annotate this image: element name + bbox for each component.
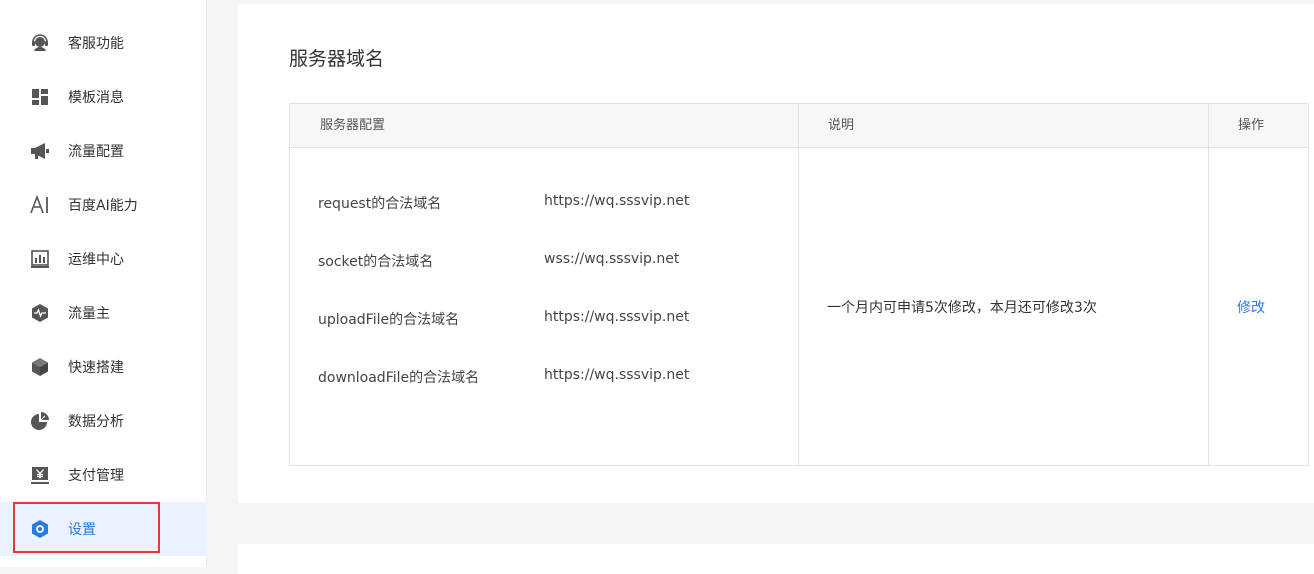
sidebar-item-label: 设置 <box>68 522 96 538</box>
domain-label-request: request的合法域名 <box>318 196 442 212</box>
sidebar-item-label: 模板消息 <box>68 90 124 106</box>
sidebar-item-ops-center[interactable]: 运维中心 <box>0 232 207 286</box>
sidebar-item-label: 流量配置 <box>68 144 124 160</box>
sidebar-item-traffic-config[interactable]: 流量配置 <box>0 124 207 178</box>
header-action: 操作 <box>1238 118 1265 133</box>
sidebar-item-quick-build[interactable]: 快速搭建 <box>0 340 207 394</box>
cube-icon <box>30 357 50 377</box>
server-domain-card: 服务器域名 服务器配置 说明 操作 request的合法域名 https://w… <box>238 4 1314 503</box>
domain-label-socket: socket的合法域名 <box>318 254 434 270</box>
modify-limit-description: 一个月内可申请5次修改，本月还可修改3次 <box>827 300 1097 316</box>
sidebar-item-template-message[interactable]: 模板消息 <box>0 70 207 124</box>
template-grid-icon <box>30 87 50 107</box>
header-description: 说明 <box>828 118 855 133</box>
domain-value-socket: wss://wq.sssvip.net <box>544 251 680 267</box>
sidebar-item-data-analysis[interactable]: 数据分析 <box>0 394 207 448</box>
next-card <box>238 544 1314 574</box>
pulse-hexagon-icon <box>30 303 50 323</box>
column-divider <box>1208 104 1209 465</box>
sidebar-item-label: 快速搭建 <box>68 360 124 376</box>
sidebar-item-label: 支付管理 <box>68 468 124 484</box>
sidebar-item-label: 运维中心 <box>68 252 124 268</box>
domain-label-uploadfile: uploadFile的合法域名 <box>318 312 460 328</box>
sidebar-item-label: 百度AI能力 <box>68 198 138 214</box>
domain-value-downloadfile: https://wq.sssvip.net <box>544 367 690 383</box>
sidebar-item-customer-service[interactable]: 客服功能 <box>0 16 207 70</box>
domain-table: 服务器配置 说明 操作 request的合法域名 https://wq.sssv… <box>289 103 1309 466</box>
sidebar-item-label: 流量主 <box>68 306 110 322</box>
sidebar-item-settings[interactable]: 设置 <box>0 502 207 556</box>
sidebar: 客服功能 模板消息 流量配置 百度AI能力 运维中心 流量主 快速搭建 数据分析… <box>0 0 207 567</box>
yen-icon <box>30 465 50 485</box>
domain-value-uploadfile: https://wq.sssvip.net <box>544 309 690 325</box>
sidebar-item-traffic-owner[interactable]: 流量主 <box>0 286 207 340</box>
table-header: 服务器配置 说明 操作 <box>290 104 1308 148</box>
sidebar-item-payment[interactable]: 支付管理 <box>0 448 207 502</box>
sidebar-item-label: 客服功能 <box>68 36 124 52</box>
bar-chart-icon <box>30 249 50 269</box>
megaphone-icon <box>30 141 50 161</box>
sidebar-item-baidu-ai[interactable]: 百度AI能力 <box>0 178 207 232</box>
column-divider <box>798 104 799 465</box>
ai-icon <box>30 195 50 215</box>
domain-label-downloadfile: downloadFile的合法域名 <box>318 370 480 386</box>
pie-chart-icon <box>30 411 50 431</box>
page-title: 服务器域名 <box>289 48 385 70</box>
modify-link[interactable]: 修改 <box>1237 297 1265 317</box>
settings-hexagon-icon <box>30 519 50 539</box>
headset-icon <box>30 33 50 53</box>
header-server-config: 服务器配置 <box>320 118 386 133</box>
sidebar-item-label: 数据分析 <box>68 414 124 430</box>
domain-value-request: https://wq.sssvip.net <box>544 193 690 209</box>
